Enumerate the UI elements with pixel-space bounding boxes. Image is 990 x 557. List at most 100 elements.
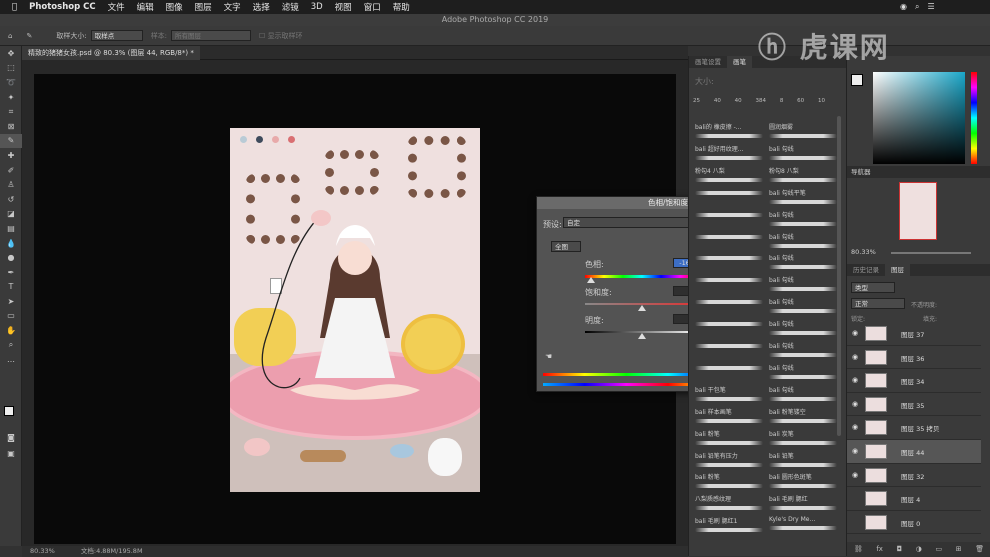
home-icon[interactable]: ⌂ (8, 32, 12, 40)
brush-item[interactable]: bali 粉笔镂空 (769, 407, 837, 429)
menu-image[interactable]: 图像 (166, 1, 183, 13)
brush-item[interactable]: bali 勾线 (769, 297, 837, 319)
more-tools-icon[interactable]: … (0, 352, 22, 367)
quick-mask-icon[interactable]: ◙ (0, 430, 22, 445)
channel-select[interactable]: 全图 (551, 241, 581, 252)
brush-item[interactable] (695, 232, 763, 254)
preset-384[interactable]: 384 (755, 98, 766, 104)
color-picker-field[interactable] (873, 72, 965, 164)
brush-tool-icon[interactable]: ✐ (0, 163, 22, 178)
tab-brush-settings[interactable]: 画笔设置 (689, 56, 727, 68)
menu-help[interactable]: 帮助 (393, 1, 410, 13)
brush-item[interactable]: 粉勾4 八梨 (695, 166, 763, 188)
menu-window[interactable]: 窗口 (364, 1, 381, 13)
layer-row[interactable]: ◉ 图层 37 (847, 322, 981, 346)
menu-select[interactable]: 选择 (253, 1, 270, 13)
notification-icon[interactable]: ☰ (927, 2, 934, 12)
illustration-artboard[interactable] (230, 128, 480, 492)
menu-edit[interactable]: 编辑 (137, 1, 154, 13)
menu-layer[interactable]: 图层 (195, 1, 212, 13)
brush-item[interactable]: bali 毛刷 腮红1 (695, 516, 763, 538)
healing-brush-icon[interactable]: ✚ (0, 148, 22, 163)
brush-item[interactable]: bali的 橡皮擦 -... (695, 122, 763, 144)
brush-item[interactable]: bali 超好用纹理... (695, 144, 763, 166)
hue-strip[interactable] (971, 72, 977, 164)
blur-tool-icon[interactable]: 💧 (0, 236, 22, 251)
brush-item[interactable]: 粉勾8 八梨 (769, 166, 837, 188)
brush-item[interactable]: bali 炭笔 (769, 429, 837, 451)
new-group-icon[interactable]: ▭ (935, 542, 942, 556)
tab-history[interactable]: 历史记录 (847, 264, 885, 276)
saturation-slider-thumb[interactable] (638, 305, 646, 311)
brush-item[interactable]: bali 铅笔有压力 (695, 451, 763, 473)
add-mask-icon[interactable]: ◘ (897, 542, 903, 556)
layer-row[interactable]: ◉ 图层 35 拷贝 (847, 416, 981, 440)
visibility-eye-icon[interactable]: ◉ (852, 423, 860, 431)
app-name[interactable]: Photoshop CC (29, 2, 96, 12)
brush-item[interactable]: bali 勾线 (769, 341, 837, 363)
layer-row[interactable]: ◉ 图层 32 (847, 464, 981, 488)
visibility-eye-icon[interactable]: ◉ (852, 447, 860, 455)
menu-filter[interactable]: 滤镜 (282, 1, 299, 13)
type-tool-icon[interactable]: T (0, 280, 22, 295)
user-avatar-icon[interactable]: ◉ (900, 2, 907, 12)
menu-type[interactable]: 文字 (224, 1, 241, 13)
brush-scrollbar[interactable] (837, 116, 841, 436)
brush-item[interactable]: bali 毛刷 腮红 (769, 494, 837, 516)
dodge-tool-icon[interactable]: ● (0, 250, 22, 265)
show-ring-checkbox[interactable]: ☐ 显示取样环 (259, 31, 303, 41)
visibility-eye-icon[interactable]: ◉ (852, 329, 860, 337)
navigator-zoom-slider[interactable] (891, 252, 971, 254)
new-layer-icon[interactable]: ⊞ (956, 542, 962, 556)
layer-row[interactable]: ◉ 图层 35 (847, 393, 981, 417)
brush-item[interactable]: bali 勾线 (769, 319, 837, 341)
brush-item[interactable]: bali 勾线 (769, 144, 837, 166)
document-tab[interactable]: 精致的猪猪女孩.psd @ 80.3% (图层 44, RGB/8*) * (22, 46, 200, 60)
eraser-tool-icon[interactable]: ◪ (0, 207, 22, 222)
zoom-tool-icon[interactable]: ⌕ (0, 338, 22, 353)
doc-size[interactable]: 文档:4.88M/195.8M (81, 547, 143, 555)
zoom-readout[interactable]: 80.33% (30, 547, 55, 555)
blend-mode-select[interactable]: 正常 (851, 298, 905, 309)
spotlight-icon[interactable]: ⌕ (915, 2, 919, 12)
brush-item[interactable]: bali 勾线平笔 (769, 188, 837, 210)
visibility-eye-icon[interactable]: ◉ (852, 400, 860, 408)
preset-60[interactable]: 60 (797, 98, 804, 104)
brush-item[interactable]: bali 勾线 (769, 253, 837, 275)
layer-row[interactable]: 图层 4 (847, 487, 981, 511)
preset-40a[interactable]: 40 (714, 98, 721, 104)
navigator-tab[interactable]: 导航器 (847, 166, 990, 178)
brush-item[interactable] (695, 253, 763, 275)
preset-8[interactable]: 8 (780, 98, 784, 104)
brush-item[interactable]: bali 勾线 (769, 275, 837, 297)
move-tool-icon[interactable]: ✥ (0, 46, 22, 61)
brush-item[interactable]: 八梨质感纹理 (695, 494, 763, 516)
hue-slider-thumb[interactable] (586, 277, 595, 283)
crop-tool-icon[interactable]: ⌗ (0, 104, 22, 119)
hue-slider-track[interactable] (585, 275, 699, 278)
apple-icon[interactable]:  (12, 2, 17, 12)
navigator-thumbnail[interactable] (899, 182, 937, 240)
sample-select[interactable]: 所有图层 (171, 30, 252, 41)
menu-file[interactable]: 文件 (108, 1, 125, 13)
screen-mode-icon[interactable]: ▣ (0, 446, 22, 461)
adjustment-layer-icon[interactable]: ◑ (916, 542, 922, 556)
brush-item[interactable]: bali 粉笔 (695, 429, 763, 451)
brush-item[interactable]: bali 勾线 (769, 210, 837, 232)
delete-layer-icon[interactable]: 🗑 (975, 542, 984, 556)
brush-item[interactable]: bali 勾线 (769, 363, 837, 385)
sample-size-select[interactable]: 取样点 (90, 30, 143, 41)
tab-layers[interactable]: 图层 (885, 264, 910, 276)
brush-item[interactable]: bali 勾线 (769, 232, 837, 254)
lasso-tool-icon[interactable]: ➰ (0, 75, 22, 90)
foreground-color-swatch[interactable] (4, 406, 14, 416)
menu-3d[interactable]: 3D (311, 2, 323, 12)
brush-item[interactable] (695, 275, 763, 297)
brush-item[interactable]: bali 样本画笔 (695, 407, 763, 429)
visibility-eye-icon[interactable] (852, 494, 860, 502)
preset-10[interactable]: 10 (818, 98, 825, 104)
brush-item[interactable]: Kyle's Dry Me... (769, 516, 837, 538)
brush-item[interactable]: bali 勾线 (769, 385, 837, 407)
brush-item[interactable]: 圆润烟雾 (769, 122, 837, 144)
marquee-tool-icon[interactable]: ⬚ (0, 61, 22, 76)
